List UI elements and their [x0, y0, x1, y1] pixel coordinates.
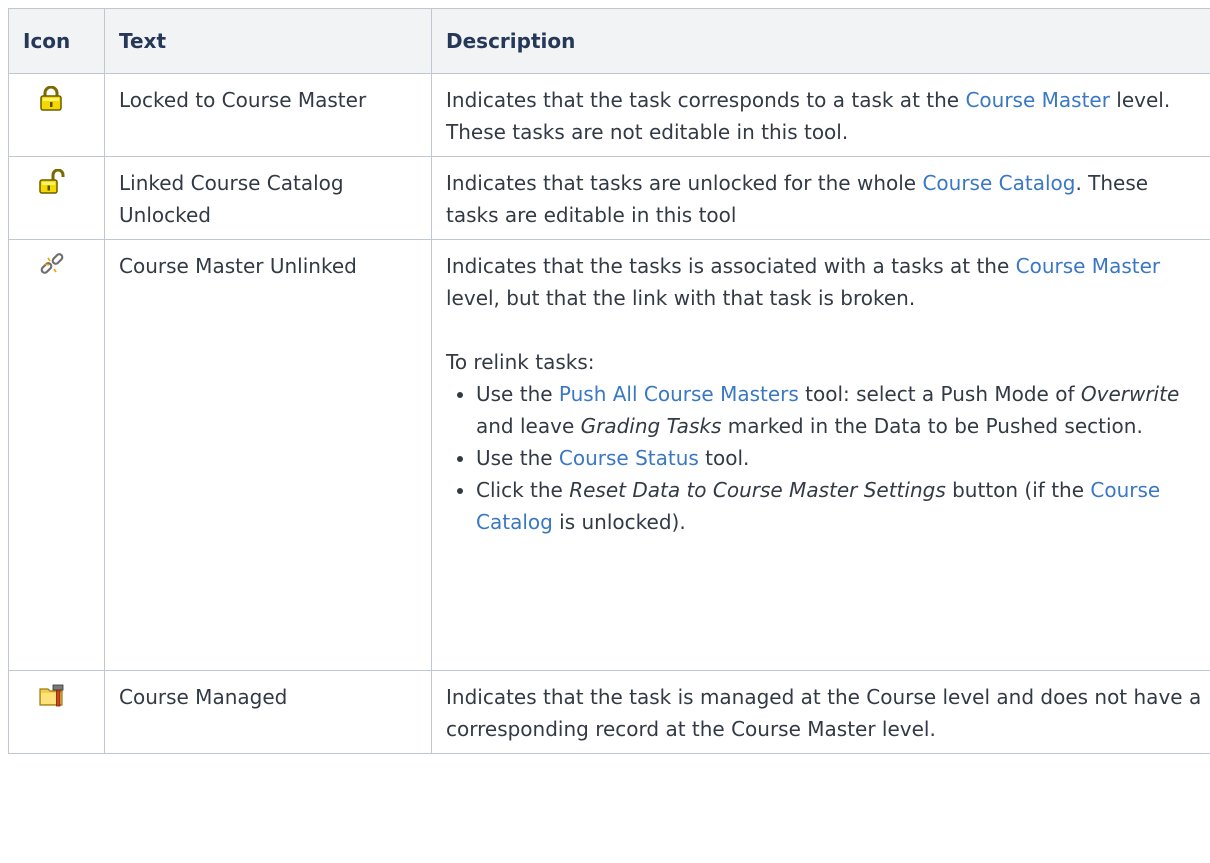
icon-cell	[8, 156, 105, 240]
course-managed-icon	[39, 683, 65, 709]
description-paragraph: Indicates that the task is managed at th…	[446, 685, 1202, 741]
description-cell: Indicates that the task corresponds to a…	[431, 73, 1210, 157]
table-row: Course Managed Indicates that the task i…	[8, 670, 1210, 754]
padlock-unlocked-icon	[39, 168, 65, 195]
broken-link-icon	[39, 252, 65, 278]
list-text: tool.	[698, 446, 750, 470]
description-paragraph: Indicates that the tasks is associated w…	[446, 250, 1203, 314]
emphasis-reset-data: Reset Data to Course Master Settings	[569, 478, 946, 502]
list-text: Use the	[476, 382, 559, 406]
list-item: Click the Reset Data to Course Master Se…	[476, 474, 1203, 538]
description-paragraph: Indicates that tasks are unlocked for th…	[446, 167, 1203, 231]
list-text: Use the	[476, 446, 559, 470]
link-course-master[interactable]: Course Master	[965, 88, 1109, 112]
table-row: Locked to Course Master Indicates that t…	[8, 73, 1210, 157]
description-text: Indicates that the tasks is associated w…	[446, 254, 1016, 278]
description-cell: Indicates that the task is managed at th…	[431, 670, 1210, 754]
list-text: Click the	[476, 478, 570, 502]
header-description: Description	[431, 8, 1210, 74]
link-course-status[interactable]: Course Status	[559, 446, 699, 470]
emphasis-grading-tasks: Grading Tasks	[580, 414, 722, 438]
list-text: button (if the	[945, 478, 1091, 502]
icon-cell	[8, 670, 105, 754]
list-text: is unlocked).	[552, 510, 686, 534]
relink-steps-list: Use the Push All Course Masters tool: se…	[446, 378, 1203, 538]
link-course-catalog[interactable]: Course Catalog	[922, 171, 1075, 195]
icon-cell	[8, 239, 105, 671]
description-text: level, but that the link with that task …	[446, 286, 916, 310]
description-cell: Indicates that tasks are unlocked for th…	[431, 156, 1210, 240]
list-text: and leave	[476, 414, 581, 438]
table-header-row: Icon Text Description	[8, 8, 1210, 74]
text-cell: Locked to Course Master	[104, 73, 432, 157]
description-text: Indicates that the task corresponds to a…	[446, 88, 966, 112]
list-text: marked in the Data to be Pushed section.	[721, 414, 1143, 438]
table-row: Linked Course Catalog Unlocked Indicates…	[8, 156, 1210, 240]
emphasis-overwrite: Overwrite	[1080, 382, 1180, 406]
header-icon: Icon	[8, 8, 105, 74]
relink-intro: To relink tasks:	[446, 350, 595, 374]
text-cell: Course Master Unlinked	[104, 239, 432, 671]
list-item: Use the Push All Course Masters tool: se…	[476, 378, 1203, 442]
text-cell: Course Managed	[104, 670, 432, 754]
description-paragraph: Indicates that the task corresponds to a…	[446, 84, 1203, 148]
text-cell: Linked Course Catalog Unlocked	[104, 156, 432, 240]
description-text: Indicates that tasks are unlocked for th…	[446, 171, 923, 195]
padlock-locked-icon	[39, 85, 65, 112]
header-text: Text	[104, 8, 432, 74]
list-text: tool: select a Push Mode of	[798, 382, 1081, 406]
list-item: Use the Course Status tool.	[476, 442, 1203, 474]
icon-cell	[8, 73, 105, 157]
table-row: Course Master Unlinked Indicates that th…	[8, 239, 1210, 671]
icon-legend-table: Icon Text Description Locked to Course M…	[8, 8, 1210, 754]
link-course-master[interactable]: Course Master	[1016, 254, 1160, 278]
link-push-all-course-masters[interactable]: Push All Course Masters	[559, 382, 799, 406]
description-cell: Indicates that the tasks is associated w…	[431, 239, 1210, 671]
